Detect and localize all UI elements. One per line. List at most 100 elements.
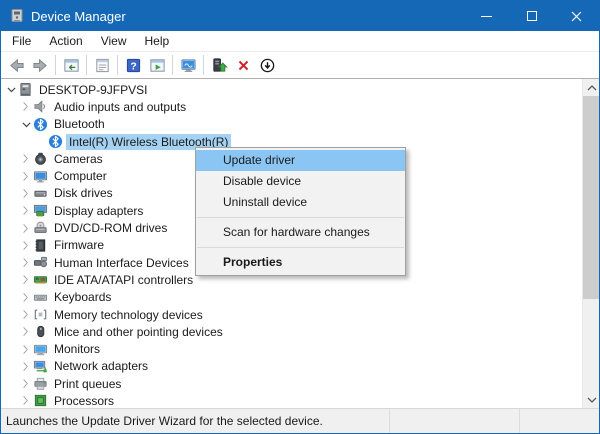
maximize-button[interactable] bbox=[509, 1, 554, 31]
toolbar-separator bbox=[117, 55, 118, 75]
menubar-item-action[interactable]: Action bbox=[40, 32, 91, 50]
chevron-right-icon[interactable] bbox=[20, 289, 33, 305]
chevron-right-icon[interactable] bbox=[20, 220, 33, 236]
update-driver-button[interactable] bbox=[207, 54, 231, 77]
context-menu-item-properties[interactable]: Properties bbox=[196, 252, 405, 273]
tree-item-mice-and-other-pointing-devices[interactable]: Mice and other pointing devices bbox=[1, 323, 582, 340]
scrollbar-thumb[interactable] bbox=[583, 96, 599, 299]
tree-item-processors[interactable]: Processors bbox=[1, 392, 582, 408]
tree-item-label: Computer bbox=[51, 168, 110, 184]
context-menu-item-uninstall-device[interactable]: Uninstall device bbox=[196, 192, 405, 213]
chevron-right-icon[interactable] bbox=[20, 272, 33, 288]
chevron-right-icon[interactable] bbox=[20, 237, 33, 253]
context-menu-item-update-driver[interactable]: Update driver bbox=[196, 150, 405, 171]
update-driver-icon bbox=[211, 57, 228, 74]
tree-item-audio-inputs-and-outputs[interactable]: Audio inputs and outputs bbox=[1, 98, 582, 115]
tree-item-label: Keyboards bbox=[51, 289, 114, 305]
remote-computer-icon bbox=[180, 57, 197, 74]
toolbar: ? bbox=[1, 52, 599, 79]
chevron-down-icon[interactable] bbox=[5, 82, 18, 98]
chevron-spacer bbox=[35, 134, 48, 150]
bluetooth-icon bbox=[33, 116, 48, 132]
chevron-right-icon[interactable] bbox=[20, 324, 33, 340]
monitor-icon bbox=[33, 168, 48, 184]
chevron-right-icon[interactable] bbox=[20, 255, 33, 271]
tree-item-label: Mice and other pointing devices bbox=[51, 324, 226, 340]
titlebar: Device Manager bbox=[1, 1, 599, 31]
toolbar-separator bbox=[86, 55, 87, 75]
statusbar-cell bbox=[390, 409, 519, 433]
tree-item-label: Network adapters bbox=[51, 358, 151, 374]
audio-icon bbox=[33, 99, 48, 115]
disable-device-button[interactable] bbox=[255, 54, 279, 77]
context-menu-item-scan-for-hardware-changes[interactable]: Scan for hardware changes bbox=[196, 222, 405, 243]
chevron-right-icon[interactable] bbox=[20, 203, 33, 219]
console-tree-button[interactable] bbox=[59, 54, 83, 77]
mouse-icon bbox=[33, 324, 48, 340]
tree-item-label: Human Interface Devices bbox=[51, 255, 192, 271]
tree-item-label: Display adapters bbox=[51, 203, 146, 219]
minimize-icon bbox=[481, 16, 492, 17]
scrollbar-down-button[interactable] bbox=[583, 391, 599, 408]
display-icon bbox=[33, 203, 48, 219]
tree-item-keyboards[interactable]: Keyboards bbox=[1, 289, 582, 306]
remote-computer-button[interactable] bbox=[176, 54, 200, 77]
forward-button[interactable] bbox=[28, 54, 52, 77]
uninstall-device-icon bbox=[235, 57, 252, 74]
properties-button[interactable] bbox=[90, 54, 114, 77]
chevron-right-icon[interactable] bbox=[20, 358, 33, 374]
properties-icon bbox=[94, 57, 111, 74]
context-menu-item-disable-device[interactable]: Disable device bbox=[196, 171, 405, 192]
close-button[interactable] bbox=[554, 1, 599, 31]
scrollbar-up-button[interactable] bbox=[583, 79, 599, 96]
forward-icon bbox=[32, 57, 49, 74]
camera-icon bbox=[33, 151, 48, 167]
chevron-right-icon[interactable] bbox=[20, 168, 33, 184]
tree-item-network-adapters[interactable]: Network adapters bbox=[1, 358, 582, 375]
tree-item-label: Disk drives bbox=[51, 185, 116, 201]
back-button[interactable] bbox=[4, 54, 28, 77]
action-pane-button[interactable] bbox=[145, 54, 169, 77]
chevron-right-icon[interactable] bbox=[20, 307, 33, 323]
chevron-down-icon[interactable] bbox=[20, 116, 33, 132]
back-icon bbox=[8, 57, 25, 74]
menubar-item-file[interactable]: File bbox=[3, 32, 40, 50]
keyboard-icon bbox=[33, 289, 48, 305]
help-button[interactable]: ? bbox=[121, 54, 145, 77]
processor-icon bbox=[33, 393, 48, 408]
monitors-icon bbox=[33, 341, 48, 357]
tree-item-desktop-9jfpvsi[interactable]: DESKTOP-9JFPVSI bbox=[1, 81, 582, 98]
action-pane-icon bbox=[149, 57, 166, 74]
chevron-down-icon bbox=[587, 396, 597, 404]
toolbar-separator bbox=[172, 55, 173, 75]
close-icon bbox=[571, 11, 582, 22]
chevron-right-icon[interactable] bbox=[20, 341, 33, 357]
chevron-right-icon[interactable] bbox=[20, 393, 33, 408]
chevron-right-icon[interactable] bbox=[20, 151, 33, 167]
status-text: Launches the Update Driver Wizard for th… bbox=[1, 414, 389, 428]
tree-item-label: Audio inputs and outputs bbox=[51, 99, 189, 115]
context-menu-separator bbox=[197, 247, 404, 248]
help-icon: ? bbox=[125, 57, 142, 74]
chevron-right-icon[interactable] bbox=[20, 99, 33, 115]
uninstall-device-button[interactable] bbox=[231, 54, 255, 77]
tree-item-bluetooth[interactable]: Bluetooth bbox=[1, 116, 582, 133]
maximize-icon bbox=[527, 11, 537, 21]
vertical-scrollbar[interactable] bbox=[582, 79, 599, 408]
svg-text:?: ? bbox=[130, 61, 136, 72]
disable-device-icon bbox=[259, 57, 276, 74]
tree-item-print-queues[interactable]: Print queues bbox=[1, 375, 582, 392]
tree-item-label: DESKTOP-9JFPVSI bbox=[36, 82, 150, 98]
device-manager-window: Device Manager FileActionViewHelp ? DESK… bbox=[0, 0, 600, 434]
caption-buttons bbox=[464, 1, 599, 31]
menubar-item-view[interactable]: View bbox=[92, 32, 136, 50]
tree-item-label: DVD/CD-ROM drives bbox=[51, 220, 170, 236]
disk-icon bbox=[33, 185, 48, 201]
tree-item-label: Print queues bbox=[51, 376, 124, 392]
minimize-button[interactable] bbox=[464, 1, 509, 31]
tree-item-monitors[interactable]: Monitors bbox=[1, 340, 582, 357]
menubar-item-help[interactable]: Help bbox=[136, 32, 179, 50]
chevron-right-icon[interactable] bbox=[20, 376, 33, 392]
chevron-right-icon[interactable] bbox=[20, 185, 33, 201]
tree-item-memory-technology-devices[interactable]: Memory technology devices bbox=[1, 306, 582, 323]
